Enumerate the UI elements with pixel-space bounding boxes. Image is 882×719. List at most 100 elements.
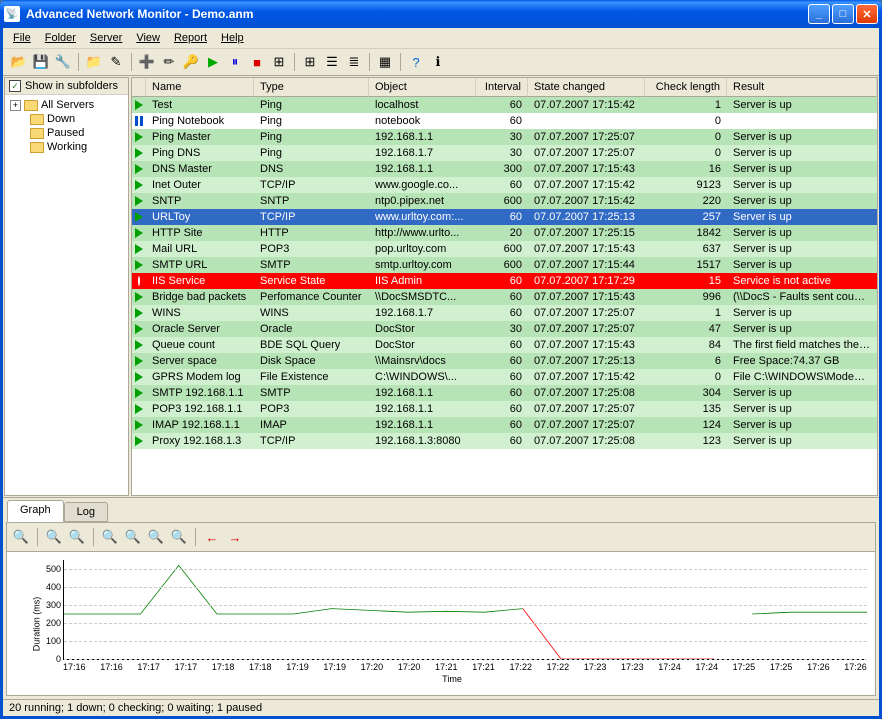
xtick-label: 17:24 [658,662,681,672]
scroll-left-icon[interactable]: ← [202,527,222,547]
col-object[interactable]: Object [369,78,476,97]
zoom-out-both-icon[interactable]: 🔍 [146,527,166,547]
detail-view-icon[interactable]: ≣ [344,52,364,72]
row-object: smtp.urltoy.com [369,259,476,271]
window-title: Advanced Network Monitor - Demo.anm [26,7,808,21]
row-object: www.google.co... [369,179,476,191]
row-name: Ping DNS [146,147,254,159]
tree-root[interactable]: + All Servers [8,98,125,112]
server-row[interactable]: TestPinglocalhost6007.07.2007 17:15:421S… [132,97,877,113]
menu-view[interactable]: View [130,30,166,46]
add-server-icon[interactable]: ➕ [137,52,157,72]
status-icon [135,356,143,366]
row-check: 6 [645,355,727,367]
row-interval: 20 [476,227,528,239]
row-object: pop.urltoy.com [369,243,476,255]
open-icon[interactable]: 📂 [9,52,29,72]
server-row[interactable]: SNTPSNTPntp0.pipex.net60007.07.2007 17:1… [132,193,877,209]
server-row[interactable]: WINSWINS192.168.1.76007.07.2007 17:25:07… [132,305,877,321]
zoom-out-x-icon[interactable]: 🔍 [100,527,120,547]
col-interval[interactable]: Interval [476,78,528,97]
new-folder-icon[interactable]: 📁 [84,52,104,72]
row-result: Server is up [727,323,877,335]
maximize-button[interactable]: □ [832,4,854,24]
menu-file[interactable]: File [7,30,37,46]
scroll-right-icon[interactable]: → [225,527,245,547]
col-name[interactable]: Name [146,78,254,97]
server-row[interactable]: Ping DNSPing192.168.1.73007.07.2007 17:2… [132,145,877,161]
server-row[interactable]: URLToyTCP/IPwww.urltoy.com:...6007.07.20… [132,209,877,225]
row-object: 192.168.1.3:8080 [369,435,476,447]
about-icon[interactable]: ℹ [428,52,448,72]
tab-graph[interactable]: Graph [7,500,64,522]
save-icon[interactable]: 💾 [31,52,51,72]
edit-server-icon[interactable]: ✏ [159,52,179,72]
col-check[interactable]: Check length [645,78,727,97]
zoom-in-x-icon[interactable]: 🔍 [123,527,143,547]
tree-paused[interactable]: Paused [8,126,125,140]
row-object: 192.168.1.1 [369,419,476,431]
zoom-reset-icon[interactable]: 🔍 [11,527,31,547]
server-row[interactable]: Server spaceDisk Space\\Mainsrv\docs6007… [132,353,877,369]
server-list[interactable]: Name Type Object Interval State changed … [131,77,878,496]
close-button[interactable]: ✕ [856,4,878,24]
show-subfolders-checkbox[interactable]: ✓ [9,80,21,92]
row-object: 192.168.1.1 [369,131,476,143]
server-row[interactable]: Proxy 192.168.1.3TCP/IP192.168.1.3:80806… [132,433,877,449]
zoom-in-y-icon[interactable]: 🔍 [67,527,87,547]
xtick-label: 17:23 [584,662,607,672]
xtick-label: 17:26 [844,662,867,672]
server-row[interactable]: Inet OuterTCP/IPwww.google.co...6007.07.… [132,177,877,193]
server-row[interactable]: Mail URLPOP3pop.urltoy.com60007.07.2007 … [132,241,877,257]
server-row[interactable]: Ping NotebookPingnotebook600 [132,113,877,129]
minimize-button[interactable]: _ [808,4,830,24]
pause-icon[interactable]: ⏸ [225,52,245,72]
server-row[interactable]: Oracle ServerOracleDocStor3007.07.2007 1… [132,321,877,337]
col-state[interactable]: State changed [528,78,645,97]
row-type: DNS [254,163,369,175]
server-row[interactable]: SMTP 192.168.1.1SMTP192.168.1.16007.07.2… [132,385,877,401]
help-icon[interactable]: ? [406,52,426,72]
zoom-out-y-icon[interactable]: 🔍 [44,527,64,547]
menu-report[interactable]: Report [168,30,213,46]
col-type[interactable]: Type [254,78,369,97]
server-row[interactable]: POP3 192.168.1.1POP3192.168.1.16007.07.2… [132,401,877,417]
row-object: DocStor [369,339,476,351]
server-row[interactable]: HTTP SiteHTTPhttp://www.urlto...2007.07.… [132,225,877,241]
menu-server[interactable]: Server [84,30,128,46]
row-state: 07.07.2007 17:15:42 [528,371,645,383]
expand-icon[interactable]: + [10,100,21,111]
stop-icon[interactable]: ■ [247,52,267,72]
list-view-icon[interactable]: ☰ [322,52,342,72]
row-interval: 60 [476,419,528,431]
menu-help[interactable]: Help [215,30,250,46]
row-type: Ping [254,131,369,143]
col-result[interactable]: Result [727,78,877,97]
server-row[interactable]: Bridge bad packetsPerfomance Counter\\Do… [132,289,877,305]
row-name: HTTP Site [146,227,254,239]
tab-log[interactable]: Log [64,502,108,522]
status-icon [135,372,143,382]
run-icon[interactable]: ▶ [203,52,223,72]
tree-down[interactable]: Down [8,112,125,126]
row-result: Server is up [727,131,877,143]
server-row[interactable]: SMTP URLSMTPsmtp.urltoy.com60007.07.2007… [132,257,877,273]
server-row[interactable]: IMAP 192.168.1.1IMAP192.168.1.16007.07.2… [132,417,877,433]
menu-folder[interactable]: Folder [39,30,82,46]
server-row[interactable]: Ping MasterPing192.168.1.13007.07.2007 1… [132,129,877,145]
server-row[interactable]: IIS ServiceService StateIIS Admin6007.07… [132,273,877,289]
login-icon[interactable]: 🔑 [181,52,201,72]
server-row[interactable]: Queue countBDE SQL QueryDocStor6007.07.2… [132,337,877,353]
windows-icon[interactable]: ⊞ [269,52,289,72]
zoom-in-both-icon[interactable]: 🔍 [169,527,189,547]
grid-icon[interactable]: ▦ [375,52,395,72]
row-state: 07.07.2007 17:25:07 [528,147,645,159]
icons-view-icon[interactable]: ⊞ [300,52,320,72]
status-icon [135,388,143,398]
tree-working[interactable]: Working [8,140,125,154]
server-row[interactable]: DNS MasterDNS192.168.1.130007.07.2007 17… [132,161,877,177]
row-object: \\Mainsrv\docs [369,355,476,367]
tools-icon[interactable]: 🔧 [53,52,73,72]
server-row[interactable]: GPRS Modem logFile ExistenceC:\WINDOWS\.… [132,369,877,385]
edit-icon[interactable]: ✎ [106,52,126,72]
